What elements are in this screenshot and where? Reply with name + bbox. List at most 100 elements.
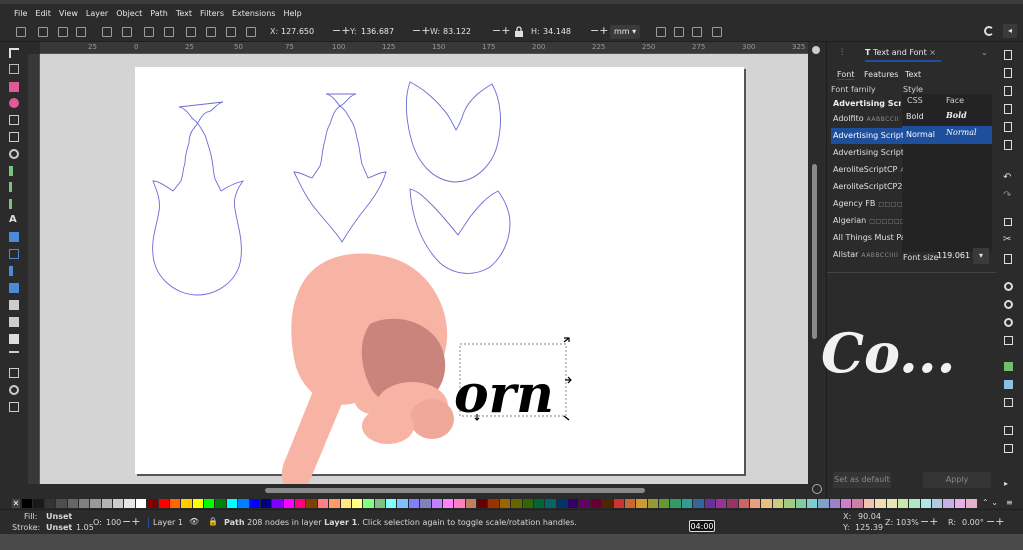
- color-swatch[interactable]: [78, 499, 90, 508]
- color-swatch[interactable]: [943, 499, 954, 508]
- text-tool-icon[interactable]: A: [9, 215, 19, 225]
- layer-lock-icon[interactable]: 🔒: [208, 517, 218, 526]
- hscroll-thumb[interactable]: [265, 488, 645, 493]
- new-document-icon[interactable]: [1004, 50, 1012, 60]
- zoom-tool-icon[interactable]: [9, 385, 19, 395]
- color-swatch[interactable]: [169, 499, 181, 508]
- color-swatch[interactable]: [44, 499, 56, 508]
- x-stepper[interactable]: −+: [332, 24, 350, 37]
- rotation-stepper[interactable]: −+: [986, 515, 1004, 528]
- color-swatch[interactable]: [590, 499, 602, 508]
- color-swatch[interactable]: [715, 499, 727, 508]
- font-item[interactable]: Agency FB□□□□□□: [833, 196, 903, 212]
- redo-icon[interactable]: ↷: [1003, 190, 1011, 201]
- select-all-icon[interactable]: [16, 27, 26, 37]
- color-swatch[interactable]: [113, 499, 124, 508]
- flip-horizontal-icon[interactable]: [144, 27, 154, 37]
- zoom-input[interactable]: 103%: [896, 518, 919, 527]
- color-swatch[interactable]: [647, 499, 658, 508]
- color-swatch[interactable]: [22, 499, 33, 508]
- w-input[interactable]: 83.122: [443, 25, 471, 39]
- export-icon[interactable]: [1004, 140, 1012, 150]
- resize-handle-br[interactable]: [563, 415, 570, 421]
- scale-corners-icon[interactable]: [674, 27, 684, 37]
- font-item[interactable]: AeroliteScriptCP A: [833, 162, 903, 178]
- color-swatch[interactable]: [613, 499, 624, 508]
- style-row-normal[interactable]: Normal Normal: [902, 126, 992, 144]
- select-same-icon[interactable]: [76, 27, 86, 37]
- font-item[interactable]: All Things Must Pass: [833, 230, 903, 246]
- color-swatch[interactable]: [533, 499, 545, 508]
- pen-tool-icon[interactable]: [9, 182, 12, 192]
- font-item[interactable]: Advertising Script M: [833, 145, 903, 161]
- color-swatch[interactable]: [932, 499, 943, 508]
- palette-menu-icon[interactable]: ≡: [1006, 498, 1013, 507]
- pages-tool-icon[interactable]: [9, 402, 19, 412]
- tab-text-and-font[interactable]: T Text and Font ×: [865, 44, 941, 62]
- unlink-clone-icon[interactable]: [1004, 398, 1013, 407]
- menu-path[interactable]: Path: [150, 9, 168, 18]
- rotate-cw-icon[interactable]: [122, 27, 132, 37]
- color-swatch[interactable]: [750, 499, 761, 508]
- color-swatch[interactable]: [272, 499, 283, 508]
- color-swatch[interactable]: [909, 499, 920, 508]
- rotate-ccw-icon[interactable]: [102, 27, 112, 37]
- color-swatch[interactable]: [135, 499, 147, 508]
- unit-select[interactable]: mm ▾: [610, 25, 640, 39]
- color-swatch[interactable]: [659, 499, 670, 508]
- color-swatch[interactable]: [465, 499, 476, 508]
- dock-chevron-down-icon[interactable]: ⌄: [981, 48, 991, 58]
- color-swatch[interactable]: [624, 499, 636, 508]
- more-controls-icon[interactable]: ◂: [1003, 24, 1017, 38]
- snap-icon[interactable]: [984, 26, 994, 36]
- spiral-tool-icon[interactable]: [9, 149, 19, 159]
- more-commands-icon[interactable]: ▸: [1004, 479, 1008, 488]
- color-swatch[interactable]: [966, 499, 977, 508]
- color-swatch[interactable]: [317, 499, 329, 508]
- tulip-outline-2[interactable]: [409, 188, 511, 274]
- color-swatch[interactable]: [374, 499, 385, 508]
- h-input[interactable]: 34.148: [543, 25, 571, 39]
- duplicate-icon[interactable]: [1004, 362, 1013, 371]
- color-swatch[interactable]: [340, 499, 351, 508]
- font-size-dropdown-icon[interactable]: ▾: [973, 248, 989, 264]
- color-swatch[interactable]: [33, 499, 44, 508]
- rotation-input[interactable]: 0.00°: [962, 518, 984, 527]
- color-swatch[interactable]: [363, 499, 374, 508]
- zoom-selection-icon[interactable]: [1004, 282, 1013, 291]
- zoom-page-icon[interactable]: [1004, 318, 1013, 327]
- lock-ratio-icon[interactable]: [514, 26, 524, 38]
- rectangle-tool-icon[interactable]: [9, 82, 19, 92]
- color-swatch[interactable]: [329, 499, 340, 508]
- zoom-width-icon[interactable]: [1004, 336, 1013, 345]
- color-swatch[interactable]: [442, 499, 454, 508]
- 3d-box-tool-icon[interactable]: [9, 132, 19, 142]
- color-swatch[interactable]: [101, 499, 112, 508]
- color-swatch[interactable]: [579, 499, 590, 508]
- color-swatch[interactable]: [704, 499, 715, 508]
- color-swatch[interactable]: [204, 499, 215, 508]
- horizontal-scrollbar[interactable]: [40, 484, 808, 498]
- ungroup-icon[interactable]: [1004, 444, 1013, 453]
- color-swatch[interactable]: [772, 499, 784, 508]
- color-swatch[interactable]: [283, 499, 294, 508]
- color-swatch[interactable]: [693, 499, 704, 508]
- tulip-outline-1[interactable]: [405, 81, 501, 183]
- font-item[interactable]: Adolfito AABBCCII: [833, 111, 903, 127]
- lower-to-bottom-icon[interactable]: [246, 27, 256, 37]
- color-swatch[interactable]: [90, 499, 101, 508]
- y-input[interactable]: 136.687: [361, 25, 394, 39]
- menu-layer[interactable]: Layer: [86, 9, 108, 18]
- color-swatch[interactable]: [829, 499, 840, 508]
- group-icon[interactable]: [1004, 426, 1013, 435]
- subtab-font[interactable]: Font: [837, 70, 855, 80]
- copy-icon[interactable]: [1004, 218, 1012, 226]
- color-swatch[interactable]: [147, 499, 158, 508]
- color-swatch[interactable]: [670, 499, 681, 508]
- gradient-tool-icon[interactable]: [9, 232, 19, 242]
- paint-bucket-tool-icon[interactable]: [9, 283, 19, 293]
- y-stepper[interactable]: −+: [412, 24, 430, 37]
- color-swatch[interactable]: [852, 499, 863, 508]
- h-stepper[interactable]: −+: [590, 24, 608, 37]
- undo-icon[interactable]: ↶: [1003, 172, 1011, 183]
